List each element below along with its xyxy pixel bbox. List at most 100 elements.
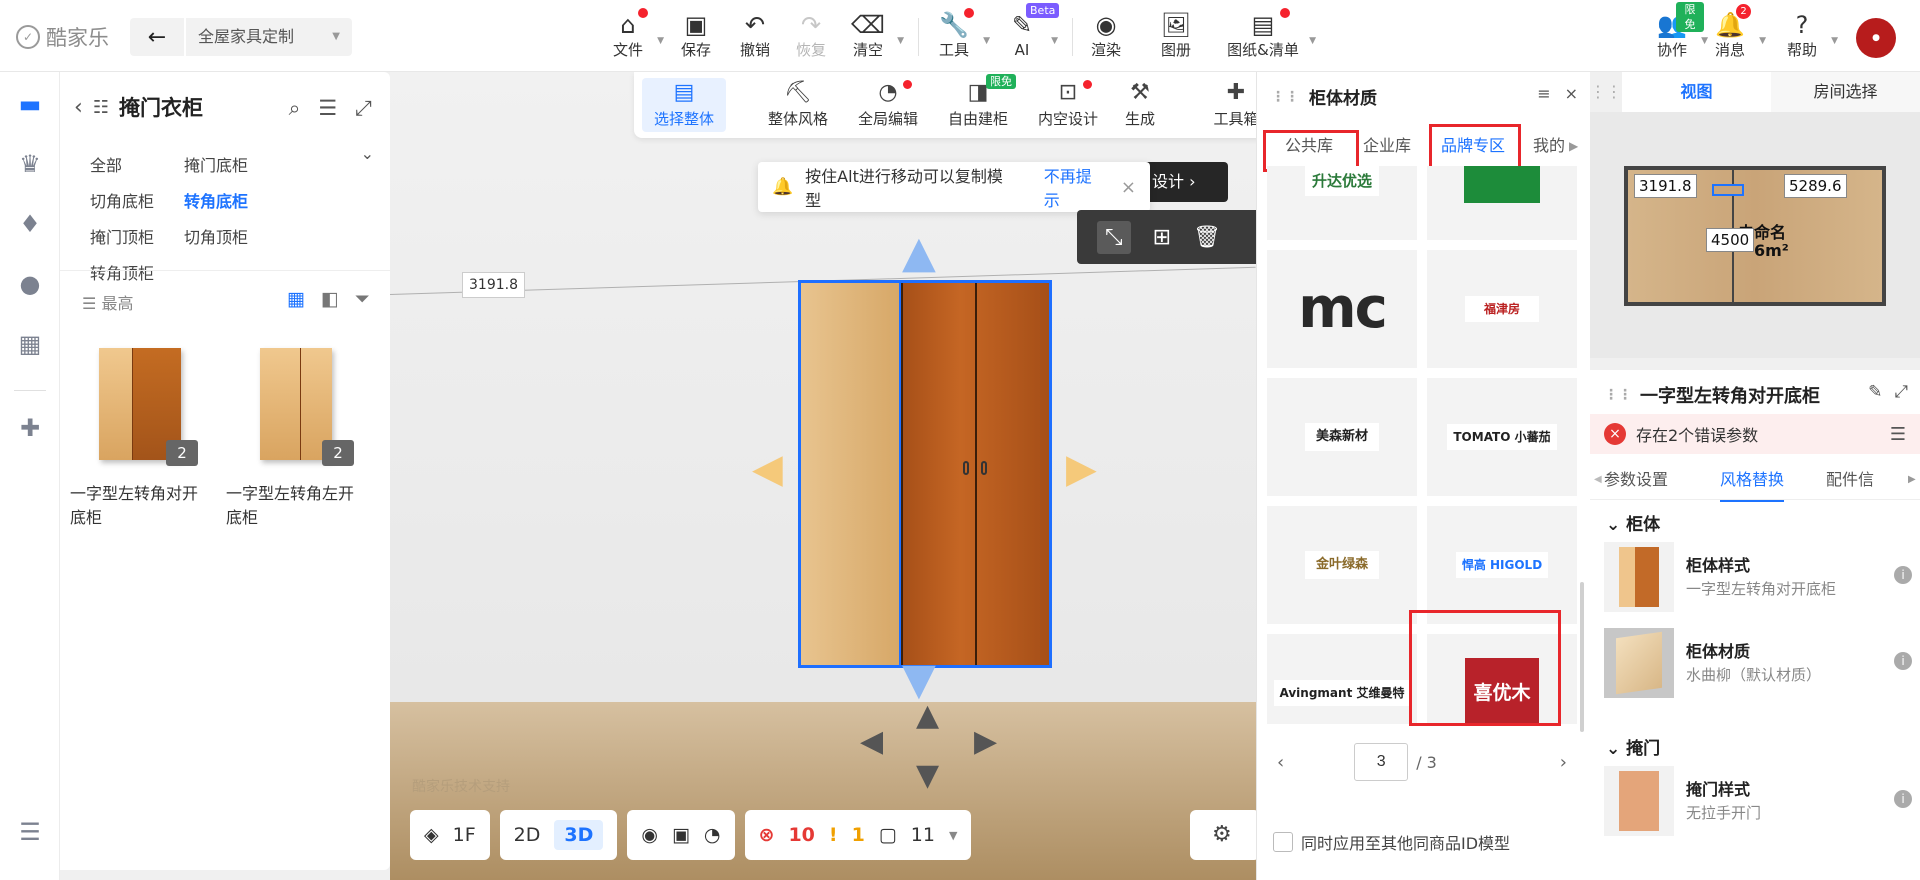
brand-card[interactable] — [1427, 166, 1577, 240]
grid-view-icon[interactable]: ▦ — [287, 288, 305, 310]
close-icon[interactable]: × — [1565, 84, 1578, 103]
floor-plan-canvas[interactable]: 未命名 6m² 3191.8 5289.6 4500 — [1590, 112, 1920, 358]
gallery-button[interactable]: 🖼 图册 — [1144, 10, 1208, 60]
cabinet-material-card[interactable]: 柜体材质 水曲柳（默认材质） i — [1604, 626, 1912, 700]
cabinet-style-card[interactable]: 柜体样式 一字型左转角对开底柜 i — [1604, 540, 1912, 614]
category-corner-top[interactable]: 转角顶柜 — [90, 256, 184, 292]
brand-card[interactable]: 悍高 HIGOLD — [1427, 506, 1577, 624]
chevron-left-icon[interactable]: ◀ — [1594, 460, 1602, 500]
user-avatar[interactable]: ● — [1856, 18, 1896, 58]
nav-up-icon[interactable]: ▲ — [916, 698, 939, 733]
page-number-input[interactable] — [1354, 743, 1409, 781]
nav-down-icon[interactable]: ▼ — [916, 758, 939, 793]
cube-icon[interactable]: ▣ — [672, 824, 690, 846]
search-icon[interactable]: ⌕ — [289, 96, 301, 121]
floor-selector[interactable]: ◈ 1F — [410, 810, 490, 860]
info-icon[interactable]: i — [1894, 566, 1912, 584]
tools-menu-button[interactable]: 🔧 工具 ▼ — [922, 8, 990, 60]
free-build-tool[interactable]: ◨ 限免 自由建柜 — [936, 74, 1020, 129]
next-page-icon[interactable]: › — [1560, 752, 1567, 773]
back-button[interactable]: ← — [130, 18, 184, 56]
global-edit-tool[interactable]: ◔ 全局编辑 — [846, 78, 930, 129]
category-corner-base[interactable]: 转角底柜 — [184, 184, 278, 220]
tab-style-replace[interactable]: 风格替换 — [1720, 460, 1785, 502]
chevron-left-icon[interactable]: ‹ — [74, 95, 83, 120]
tab-view[interactable]: 视图 — [1622, 72, 1771, 112]
clear-button[interactable]: ⌫ 清空 ▼ — [836, 10, 904, 60]
ai-menu-button[interactable]: ✎ Beta AI ▼ — [990, 3, 1060, 60]
render-button[interactable]: ◉ 渲染 — [1074, 10, 1138, 60]
messages-button[interactable]: 🔔 2 消息 ▼ — [1698, 4, 1766, 60]
brand-card[interactable]: Avingmant 艾维曼特 — [1267, 634, 1417, 724]
eye-icon[interactable]: ◉ — [641, 824, 658, 846]
tab-room-select[interactable]: 房间选择 — [1771, 72, 1920, 112]
sofa-catalog-icon[interactable]: ▬ — [10, 84, 50, 124]
dont-show-again-link[interactable]: 不再提示 — [1044, 163, 1107, 211]
settings-toggle-icon[interactable]: ⚙ — [1190, 810, 1256, 860]
filter-icon[interactable]: ⏷ — [355, 288, 370, 310]
category-chamfer-top[interactable]: 切角顶柜 — [184, 220, 294, 256]
dimension-label[interactable]: 3191.8 — [462, 272, 525, 298]
menu-icon[interactable]: ≡ — [1537, 84, 1550, 103]
drag-handle-icon[interactable]: ⋮⋮ — [1271, 89, 1299, 105]
chevron-right-icon[interactable]: ▶ — [1908, 460, 1916, 500]
move-up-arrow-icon[interactable]: ▲ — [902, 227, 936, 278]
scrollbar[interactable] — [1580, 582, 1584, 732]
align-icon[interactable]: ⊞ — [1153, 225, 1171, 250]
tab-mine[interactable]: 我的 — [1533, 126, 1565, 166]
file-menu-button[interactable]: ⌂ 文件 ▼ — [596, 8, 664, 60]
category-all[interactable]: 全部 — [90, 148, 184, 184]
mode-2d-button[interactable]: 2D — [514, 824, 541, 846]
3d-viewport[interactable]: ▤ 选择整体 ⛏ 整体风格 ◔ 全局编辑 ◨ 限免 自由建柜 ⊡ 内空设计 ⚒ 生成 ✚ 工具箱… — [390, 72, 1256, 880]
brand-card[interactable]: TOMATO 小蕃茄 — [1427, 378, 1577, 496]
brand-card[interactable]: mc — [1267, 250, 1417, 368]
chevron-right-icon[interactable]: ▶ — [1569, 126, 1578, 166]
selected-cabinet-model[interactable] — [798, 280, 1052, 668]
selected-cabinet-marker[interactable] — [1712, 184, 1744, 196]
redo-button[interactable]: ↷ 恢复 — [779, 10, 843, 60]
info-icon[interactable]: i — [1894, 652, 1912, 670]
drag-handle-icon[interactable]: ⋮⋮ — [1590, 72, 1622, 112]
category-chamfer-base[interactable]: 切角底柜 — [90, 184, 184, 220]
panel-toggle-icon[interactable]: ☰ — [10, 812, 50, 852]
chevron-down-icon[interactable]: ⌄ — [361, 144, 374, 163]
issue-summary[interactable]: ⊗ 10 ! 1 ▢ 11 ▼ — [744, 810, 972, 860]
move-left-arrow-icon[interactable]: ◀ — [752, 446, 783, 492]
brand-card[interactable]: 金叶绿森 — [1267, 506, 1417, 624]
apply-all-checkbox[interactable] — [1273, 832, 1293, 852]
section-hinged-door[interactable]: ⌄ 掩门 — [1606, 734, 1660, 759]
drag-handle-icon[interactable]: ⋮⋮ — [1604, 387, 1632, 403]
category-hinged-top[interactable]: 掩门顶柜 — [90, 220, 184, 256]
tab-enterprise-library[interactable]: 企业库 — [1363, 126, 1411, 166]
error-banner[interactable]: × 存在2个错误参数 ☰ — [1590, 414, 1920, 454]
collab-button[interactable]: 👥 限免 协作 ▼ — [1640, 2, 1708, 60]
trash-icon[interactable]: 🗑 — [1193, 225, 1221, 250]
interior-design-tool[interactable]: ⊡ 内空设计 — [1026, 78, 1110, 129]
undo-button[interactable]: ↶ 撤销 — [723, 10, 787, 60]
brand-card[interactable]: 福津房 — [1427, 250, 1577, 368]
app-logo[interactable]: ✓ 酷家乐 — [16, 22, 109, 52]
scene-select[interactable]: 全屋家具定制 ▼ — [186, 18, 352, 56]
drawings-list-button[interactable]: ▤ 图纸&清单 ▼ — [1218, 8, 1316, 60]
door-style-card[interactable]: 掩门样式 无拉手开门 i — [1604, 764, 1912, 838]
nav-right-icon[interactable]: ▶ — [974, 724, 997, 759]
gauge-icon[interactable]: ◔ — [704, 824, 721, 846]
prev-page-icon[interactable]: ‹ — [1277, 752, 1284, 773]
move-right-arrow-icon[interactable]: ▶ — [1066, 446, 1097, 492]
split-view-icon[interactable]: ◧ — [321, 288, 339, 310]
select-all-tool[interactable]: ▤ 选择整体 — [642, 78, 726, 132]
edit-icon[interactable]: ✎ — [1868, 382, 1882, 402]
product-card[interactable]: 2 一字型左转角对开底柜 — [70, 334, 210, 530]
crown-icon[interactable]: ♛ — [10, 144, 50, 184]
expand-icon[interactable]: ⤢ — [355, 96, 372, 121]
design-button[interactable]: 设计 › — [1146, 162, 1228, 202]
toolbox-tool[interactable]: ✚ 工具箱 — [1194, 78, 1256, 129]
nav-left-icon[interactable]: ◀ — [860, 724, 883, 759]
filter-list-icon[interactable]: ☰ — [318, 96, 337, 121]
generate-tool[interactable]: ⚒ 生成 — [1104, 78, 1176, 129]
list-icon[interactable]: ☰ — [1890, 424, 1906, 445]
style-tool[interactable]: ⛏ 整体风格 — [756, 78, 840, 129]
close-icon[interactable]: × — [1121, 177, 1136, 198]
product-card[interactable]: 2 一字型左转角左开底柜 — [226, 334, 366, 530]
tab-parameters[interactable]: 参数设置 — [1604, 460, 1668, 500]
